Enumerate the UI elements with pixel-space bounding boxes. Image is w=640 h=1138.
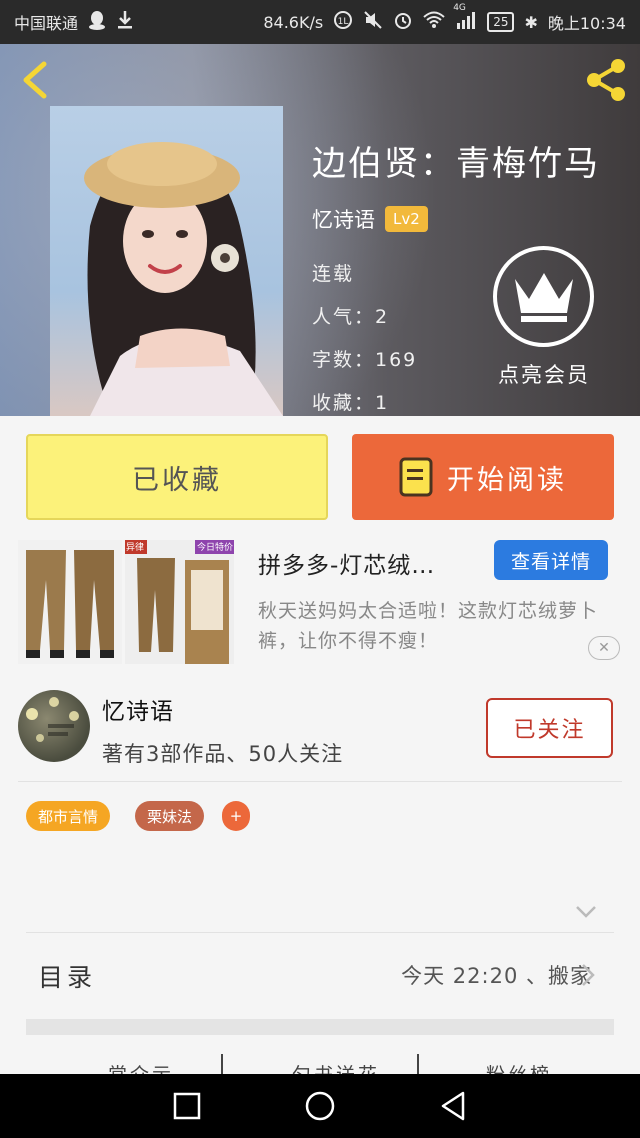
cover-portrait-illustration — [84, 142, 283, 416]
status-left: 中国联通 — [14, 10, 134, 34]
chevron-right-icon[interactable] — [580, 962, 596, 992]
ad-title[interactable]: 拼多多-灯芯绒… — [258, 546, 435, 580]
divider — [18, 781, 622, 782]
ad-banner[interactable]: 异律 今日特价 拼多多-灯芯绒… 查看详情 秋天送妈妈太合适啦！这款灯芯绒萝卜裤… — [18, 540, 622, 665]
avatar-illustration — [26, 697, 79, 742]
battery-icon: 25 — [487, 12, 515, 32]
add-tag-button[interactable]: + — [222, 801, 250, 831]
start-reading-button[interactable]: 开始阅读 — [352, 434, 614, 520]
expand-chevron-icon[interactable] — [574, 904, 598, 924]
square-icon — [173, 1092, 200, 1120]
start-reading-label: 开始阅读 — [447, 464, 567, 496]
ad-badge-left: 异律 — [126, 543, 145, 553]
author-name[interactable]: 忆诗语 — [102, 692, 174, 726]
book-icon — [399, 457, 433, 497]
book-favorites: 收藏：1 — [312, 392, 390, 414]
author-avatar[interactable] — [18, 690, 90, 762]
status-right: 84.6K/s 1L 4G 25 ✱ 晚上10:34 — [263, 3, 626, 34]
book-author-row: 忆诗语 Lv2 — [312, 204, 428, 234]
carrier-label: 中国联通 — [14, 14, 79, 33]
signal-icon: 4G — [453, 3, 477, 33]
vip-label[interactable]: 点亮会员 — [498, 359, 590, 389]
tag-secondary[interactable]: 栗妹法 — [135, 801, 205, 831]
qq-icon — [88, 10, 106, 34]
ad-badge-right: 今日特价 — [197, 543, 234, 553]
section-separator — [26, 1019, 614, 1035]
author-stats: 著有3部作品、50人关注 — [102, 742, 344, 766]
divider-toc — [26, 932, 614, 933]
follow-button[interactable]: 已关注 — [486, 698, 613, 758]
hd-call-icon: 1L — [333, 10, 353, 34]
book-title: 边伯贤：青梅竹马 — [312, 144, 600, 184]
book-header: 边伯贤：青梅竹马 忆诗语 Lv2 连载 人气：2 字数：169 收藏：1 点亮会… — [0, 44, 640, 416]
book-cover-image[interactable] — [50, 106, 283, 416]
ad-close-button[interactable]: ✕ — [588, 636, 620, 660]
pants-illustration-2 — [125, 540, 234, 664]
ad-description[interactable]: 秋天送妈妈太合适啦！这款灯芯绒萝卜裤，让你不得不瘦！ — [258, 596, 608, 656]
share-button[interactable] — [582, 56, 630, 104]
book-status: 连载 — [312, 263, 355, 285]
book-word-count: 字数：169 — [312, 349, 418, 371]
ad-image-pants-2[interactable]: 异律 今日特价 — [125, 540, 234, 664]
collected-button[interactable]: 已收藏 — [26, 434, 328, 520]
clock: 晚上10:34 — [547, 14, 626, 33]
wifi-icon — [423, 11, 445, 33]
download-icon — [116, 10, 134, 34]
share-icon — [587, 59, 625, 101]
level-badge: Lv2 — [385, 206, 428, 232]
system-nav-bar — [0, 1074, 640, 1138]
svg-text:1L: 1L — [338, 17, 349, 27]
bottom-section-tabs: 常介示 匀书送花 粉丝榜 — [0, 1052, 640, 1076]
network-type-label: 4G — [453, 3, 466, 13]
ad-image-pants-1[interactable] — [18, 540, 122, 664]
toc-latest-chapter[interactable]: 今天 22:20 、搬家 — [401, 960, 592, 990]
triangle-back-icon — [442, 1091, 465, 1121]
back-nav-button[interactable] — [433, 1086, 473, 1126]
tab-separator — [221, 1054, 223, 1076]
crown-icon — [514, 272, 573, 322]
tag-genre[interactable]: 都市言情 — [26, 801, 111, 831]
net-speed: 84.6K/s — [263, 12, 324, 32]
home-button[interactable] — [300, 1086, 340, 1126]
star-icon: ✱ — [524, 12, 538, 32]
pants-illustration — [26, 550, 114, 658]
tab-separator — [417, 1054, 419, 1076]
back-button[interactable] — [16, 58, 56, 102]
circle-icon — [305, 1091, 335, 1121]
book-author-name[interactable]: 忆诗语 — [312, 204, 375, 234]
ad-view-details-button[interactable]: 查看详情 — [494, 540, 608, 580]
vip-button[interactable] — [493, 246, 594, 347]
back-arrow-icon — [23, 61, 47, 99]
toc-title[interactable]: 目录 — [38, 958, 96, 994]
alarm-icon — [393, 10, 413, 34]
status-bar: 中国联通 84.6K/s 1L 4G 25 ✱ 晚上10:34 — [0, 0, 640, 44]
recent-apps-button[interactable] — [167, 1086, 207, 1126]
book-popularity: 人气：2 — [312, 306, 390, 328]
mute-icon — [363, 10, 383, 34]
